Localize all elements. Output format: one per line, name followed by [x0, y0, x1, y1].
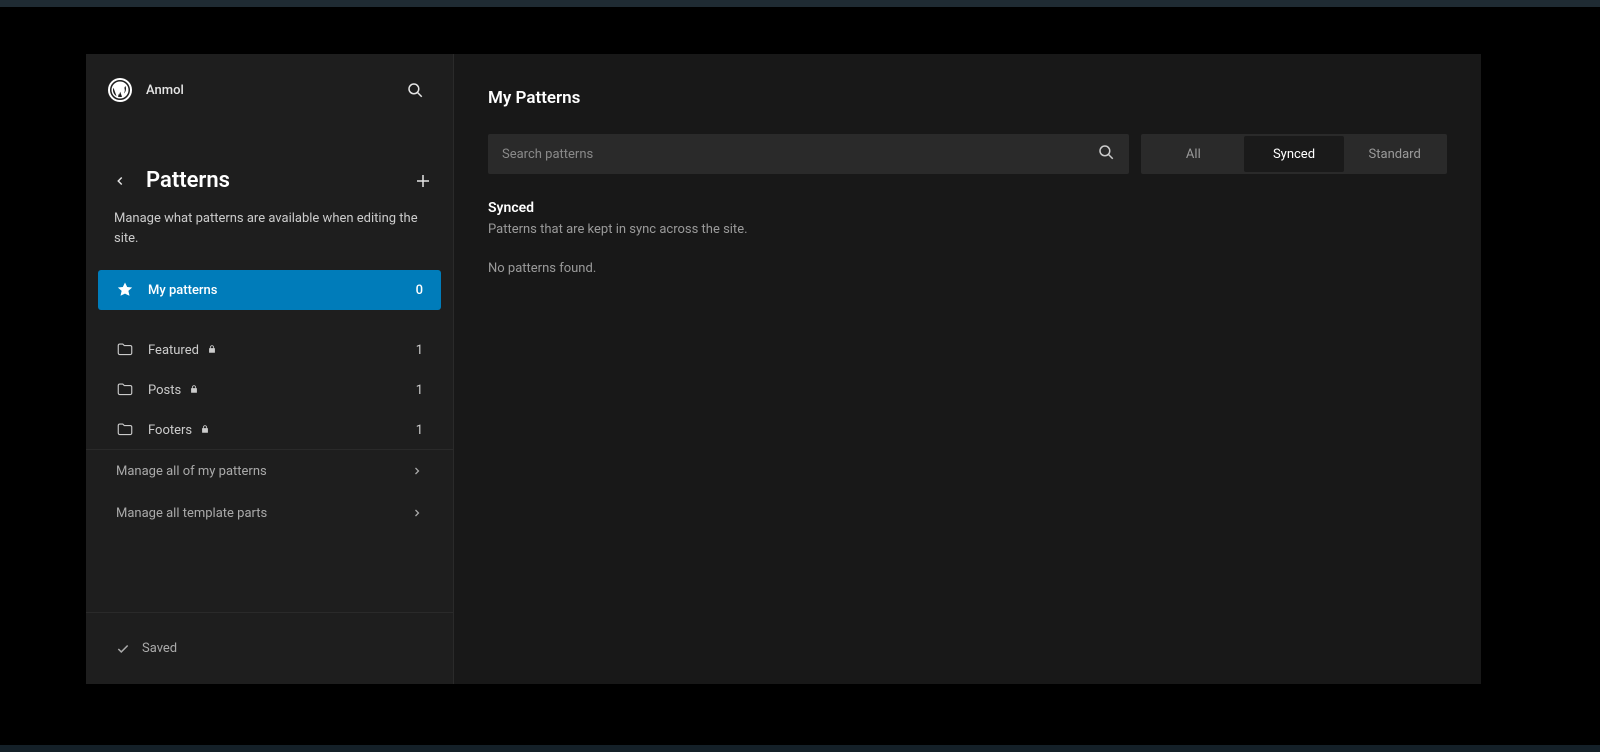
result-empty: No patterns found. — [488, 261, 1447, 276]
folder-list: Featured 1Posts 1Footers 1 — [86, 310, 453, 450]
folder-count: 1 — [416, 383, 423, 398]
folder-label: Posts — [148, 383, 402, 398]
add-pattern-button[interactable] — [411, 169, 435, 193]
sidebar-header: Anmol — [86, 54, 453, 116]
nav-list: My patterns 0 — [86, 270, 453, 310]
section-title: Patterns — [146, 168, 397, 193]
manage-list: Manage all of my patterns Manage all tem… — [86, 450, 453, 534]
page-title: My Patterns — [488, 88, 1447, 108]
search-input[interactable] — [502, 147, 1097, 162]
search-field[interactable] — [488, 134, 1129, 174]
lock-icon — [189, 384, 201, 396]
nav-item-my-patterns[interactable]: My patterns 0 — [98, 270, 441, 310]
result-description: Patterns that are kept in sync across th… — [488, 222, 1447, 237]
folder-label: Featured — [148, 343, 402, 358]
chevron-right-icon — [411, 465, 423, 477]
section-title-row: Patterns — [86, 116, 453, 199]
folder-label: Footers — [148, 423, 402, 438]
check-icon — [116, 642, 130, 656]
window-bottombar — [0, 745, 1600, 752]
folder-item-posts[interactable]: Posts 1 — [98, 370, 441, 410]
manage-label: Manage all of my patterns — [116, 464, 411, 479]
folder-item-featured[interactable]: Featured 1 — [98, 330, 441, 370]
nav-count: 0 — [416, 283, 423, 298]
section-description: Manage what patterns are available when … — [86, 199, 453, 270]
manage-all-patterns[interactable]: Manage all of my patterns — [86, 450, 453, 492]
sidebar: Anmol Patterns Manage what patterns are … — [86, 54, 454, 684]
chevron-right-icon — [411, 507, 423, 519]
filter-tab-synced[interactable]: Synced — [1244, 136, 1345, 172]
result-heading: Synced — [488, 200, 1447, 216]
manage-label: Manage all template parts — [116, 506, 411, 521]
folder-icon — [116, 381, 134, 399]
window-topbar — [0, 0, 1600, 7]
saved-status: Saved — [86, 612, 453, 684]
folder-icon — [116, 421, 134, 439]
filter-tab-standard[interactable]: Standard — [1344, 136, 1445, 172]
saved-label: Saved — [142, 641, 177, 656]
folder-item-footers[interactable]: Footers 1 — [98, 410, 441, 450]
lock-icon — [207, 344, 219, 356]
search-icon[interactable] — [1097, 143, 1115, 165]
lock-icon — [200, 424, 212, 436]
folder-icon — [116, 341, 134, 359]
back-button[interactable] — [108, 169, 132, 193]
main-content: My Patterns All Synced Standard Synced P… — [454, 54, 1481, 684]
nav-label: My patterns — [148, 283, 402, 298]
filter-tab-all[interactable]: All — [1143, 136, 1244, 172]
manage-template-parts[interactable]: Manage all template parts — [86, 492, 453, 534]
app-frame: Anmol Patterns Manage what patterns are … — [86, 54, 1481, 684]
controls-row: All Synced Standard — [488, 134, 1447, 174]
search-icon[interactable] — [399, 74, 431, 106]
site-name[interactable]: Anmol — [146, 83, 385, 98]
folder-count: 1 — [416, 423, 423, 438]
wordpress-logo-icon[interactable] — [108, 78, 132, 102]
star-icon — [116, 281, 134, 299]
filter-tabs: All Synced Standard — [1141, 134, 1447, 174]
folder-count: 1 — [416, 343, 423, 358]
